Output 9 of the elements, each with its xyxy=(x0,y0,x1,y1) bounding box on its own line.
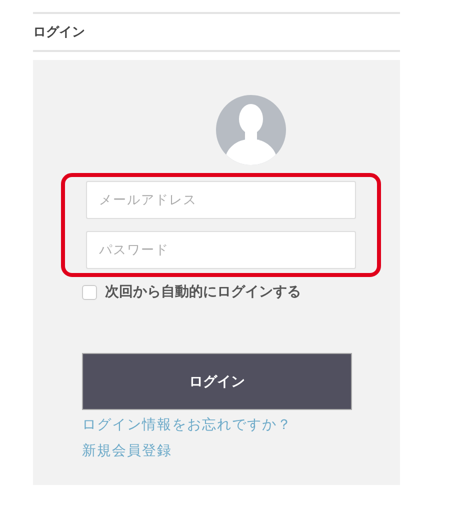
remember-checkbox[interactable] xyxy=(82,284,97,300)
password-field[interactable]: パスワード xyxy=(86,231,356,269)
email-field[interactable]: メールアドレス xyxy=(86,181,356,219)
page-title: ログイン xyxy=(33,24,85,41)
text-link[interactable]: ログイン情報をお忘れですか？ xyxy=(82,416,292,434)
text-link[interactable]: 新規会員登録 xyxy=(82,442,172,460)
avatar-icon xyxy=(216,95,286,165)
login-button[interactable]: ログイン xyxy=(82,353,352,410)
remember-label: 次回から自動的にログインする xyxy=(105,283,301,301)
